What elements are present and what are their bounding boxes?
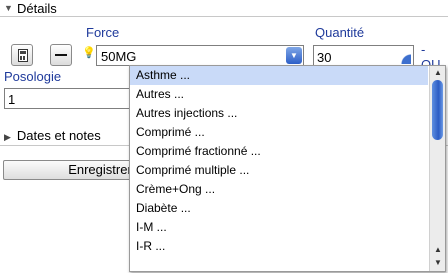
dropdown-items: Asthme ... Autres ... Autres injections … bbox=[130, 66, 428, 271]
lightbulb-icon[interactable]: 💡 bbox=[82, 46, 96, 59]
force-value: 50MG bbox=[101, 49, 137, 64]
calculator-icon bbox=[18, 49, 28, 62]
dropdown-item[interactable]: Comprimé fractionné ... bbox=[130, 142, 428, 161]
scroll-up-icon[interactable]: ▲ bbox=[434, 245, 442, 254]
scroll-down-icon[interactable]: ▼ bbox=[434, 258, 442, 267]
dropdown-item[interactable]: Crème+Ong ... bbox=[130, 180, 428, 199]
dropdown-scrollbar[interactable]: ▲ ▲ ▼ bbox=[429, 66, 445, 271]
posology-label: Posologie bbox=[4, 69, 62, 84]
force-dropdown-list[interactable]: Asthme ... Autres ... Autres injections … bbox=[129, 65, 446, 272]
dropdown-item[interactable]: Autres ... bbox=[130, 85, 428, 104]
posology-input[interactable]: 1 bbox=[4, 88, 144, 109]
resize-handle-icon bbox=[397, 50, 411, 64]
minus-icon bbox=[55, 54, 67, 56]
force-label: Force bbox=[86, 25, 120, 40]
dropdown-item[interactable]: Diabète ... bbox=[130, 199, 428, 218]
triangle-right-icon[interactable]: ▶ bbox=[4, 132, 11, 142]
triangle-down-icon[interactable]: ▼ bbox=[4, 3, 13, 13]
posology-value: 1 bbox=[8, 92, 16, 107]
scroll-thumb[interactable] bbox=[432, 80, 443, 140]
dropdown-item[interactable]: Comprimé multiple ... bbox=[130, 161, 428, 180]
quantity-label: Quantité bbox=[315, 25, 365, 40]
section-title: Détails bbox=[17, 1, 57, 16]
calculator-button[interactable] bbox=[11, 44, 33, 66]
dropdown-item[interactable]: Comprimé ... bbox=[130, 123, 428, 142]
details-section-header[interactable]: ▼ Détails bbox=[0, 0, 448, 17]
remove-button[interactable] bbox=[50, 44, 72, 66]
quantity-input[interactable]: 30 bbox=[313, 45, 414, 67]
dropdown-item[interactable]: I-R ... bbox=[130, 237, 428, 256]
scroll-up-icon[interactable]: ▲ bbox=[434, 68, 442, 77]
force-select[interactable]: 50MG ▼ bbox=[96, 45, 304, 66]
quantity-value: 30 bbox=[317, 50, 332, 65]
dates-notes-section-header[interactable]: ▶ Dates et notes bbox=[4, 128, 101, 143]
dropdown-item[interactable]: I-M ... bbox=[130, 218, 428, 237]
dates-notes-label: Dates et notes bbox=[16, 128, 101, 143]
dropdown-item[interactable]: Asthme ... bbox=[130, 66, 428, 85]
dropdown-item[interactable]: Autres injections ... bbox=[130, 104, 428, 123]
chevron-down-icon[interactable]: ▼ bbox=[286, 47, 302, 64]
